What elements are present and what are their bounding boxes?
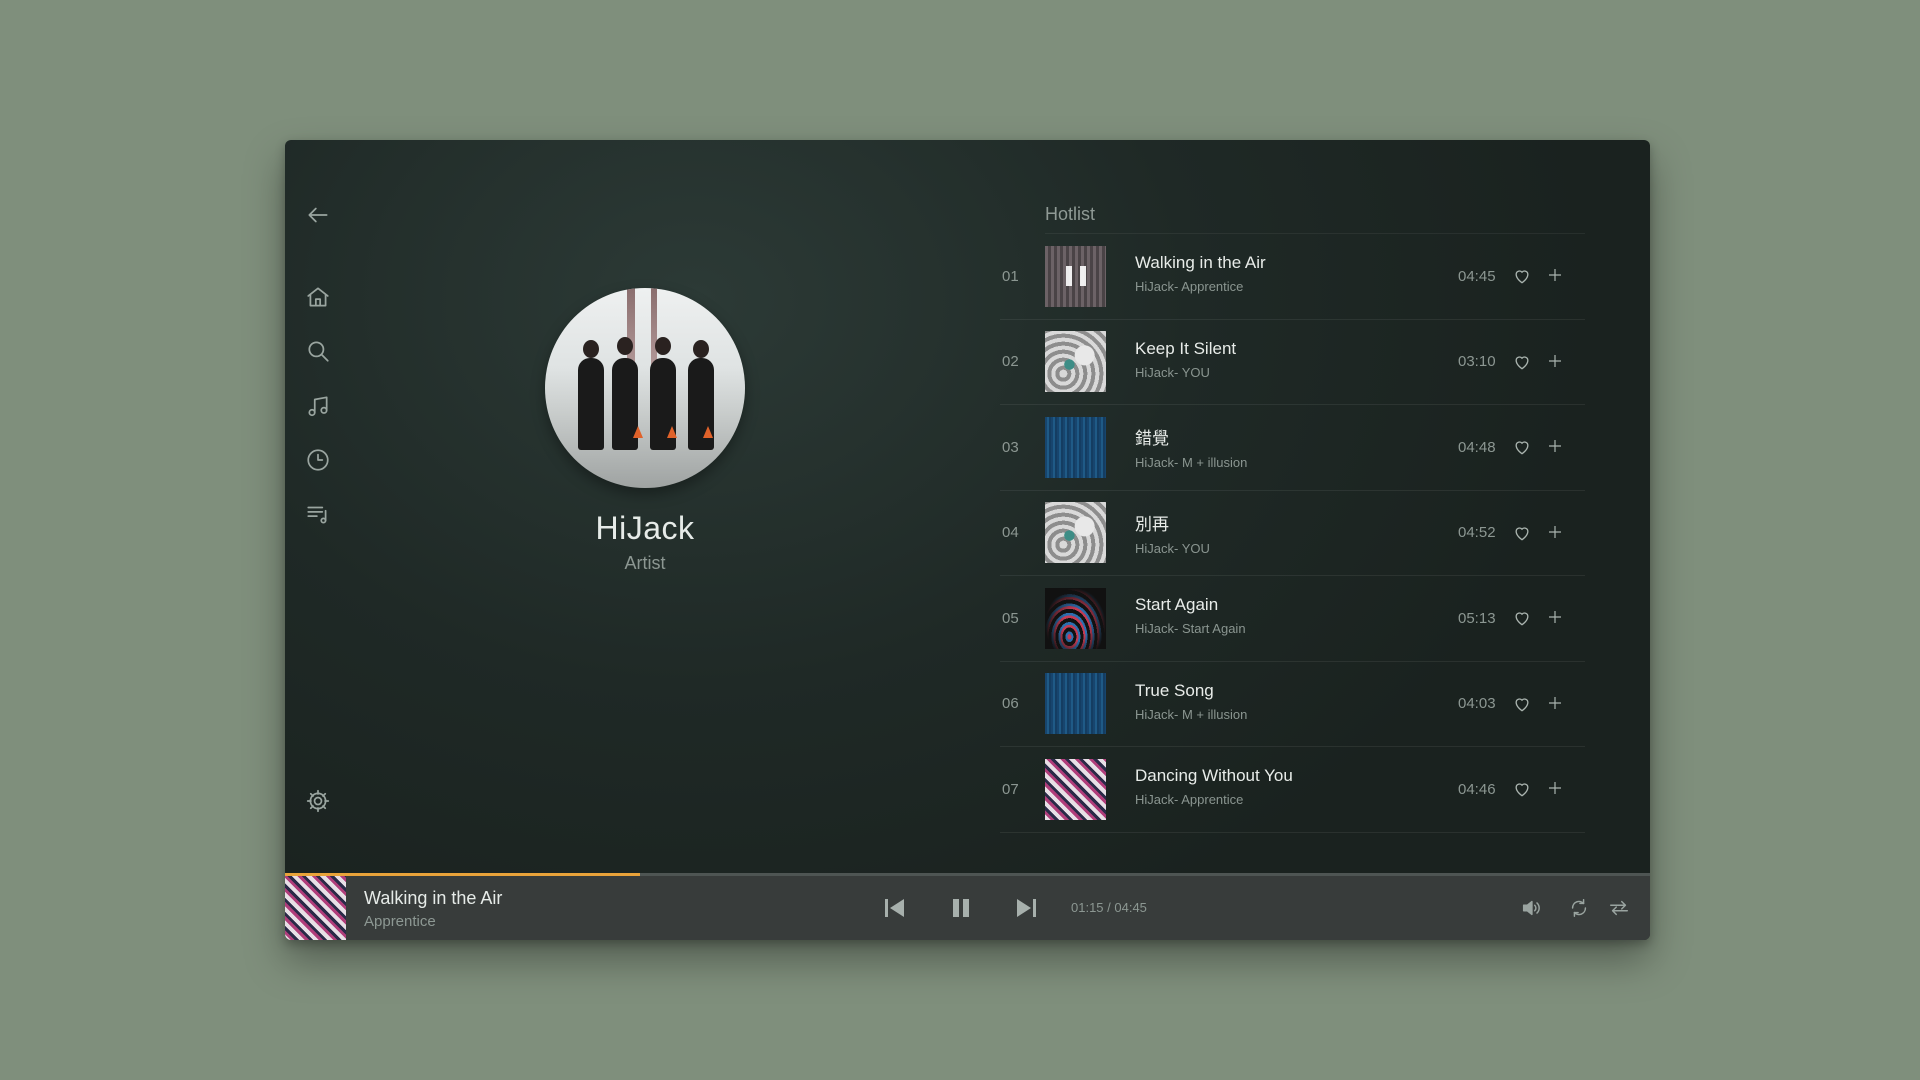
player-bar: Walking in the Air Apprentice 01:15 / 04… xyxy=(285,873,1650,940)
clock-icon[interactable] xyxy=(303,445,333,475)
album-cover[interactable] xyxy=(1045,331,1106,393)
back-arrow-icon[interactable] xyxy=(303,200,333,230)
track-title: Dancing Without You xyxy=(1135,766,1293,785)
track-title: 別再 xyxy=(1135,514,1169,534)
heart-icon[interactable] xyxy=(1512,608,1532,628)
track-row[interactable]: 01 Walking in the Air HiJack- Apprentice… xyxy=(1000,234,1585,320)
track-subtitle: HiJack- M + illusion xyxy=(1135,706,1248,722)
playlist-icon[interactable] xyxy=(303,499,333,529)
track-number: 07 xyxy=(1002,780,1019,798)
volume-icon[interactable] xyxy=(1520,897,1542,919)
track-row[interactable]: 05 Start Again HiJack- Start Again 05:13 xyxy=(1000,576,1585,662)
track-number: 05 xyxy=(1002,609,1019,627)
heart-icon[interactable] xyxy=(1512,523,1532,543)
home-icon[interactable] xyxy=(303,282,333,312)
shuffle-icon[interactable] xyxy=(1608,897,1630,919)
now-playing-album: Apprentice xyxy=(364,913,436,930)
repeat-icon[interactable] xyxy=(1568,897,1590,919)
add-icon[interactable] xyxy=(1546,523,1566,543)
track-row[interactable]: 07 Dancing Without You HiJack- Apprentic… xyxy=(1000,747,1585,833)
previous-icon[interactable] xyxy=(882,896,908,920)
album-cover[interactable] xyxy=(1045,245,1106,307)
artist-role: Artist xyxy=(624,553,666,573)
add-icon[interactable] xyxy=(1546,266,1566,286)
heart-icon[interactable] xyxy=(1512,694,1532,714)
track-number: 03 xyxy=(1002,438,1019,456)
add-icon[interactable] xyxy=(1546,437,1566,457)
album-cover[interactable] xyxy=(1045,502,1106,564)
now-playing-cover[interactable] xyxy=(285,876,346,940)
track-duration: 04:03 xyxy=(1458,695,1496,713)
track-title: Walking in the Air xyxy=(1135,253,1266,272)
track-duration: 04:46 xyxy=(1458,780,1496,798)
album-cover[interactable] xyxy=(1045,416,1106,478)
album-cover[interactable] xyxy=(1045,758,1106,820)
settings-gear-icon[interactable] xyxy=(303,786,333,816)
artist-panel: HiJack Artist xyxy=(535,288,755,574)
add-icon[interactable] xyxy=(1546,694,1566,714)
add-icon[interactable] xyxy=(1546,352,1566,372)
next-icon[interactable] xyxy=(1013,896,1039,920)
track-duration: 04:48 xyxy=(1458,438,1496,456)
track-title: 錯覺 xyxy=(1135,429,1169,448)
track-subtitle: HiJack- Apprentice xyxy=(1135,792,1244,807)
artist-photo xyxy=(545,288,745,488)
track-row[interactable]: 03 錯覺 HiJack- M + illusion 04:48 xyxy=(1000,405,1585,491)
sidebar xyxy=(285,140,355,876)
pause-icon[interactable] xyxy=(948,896,974,920)
progress-bar[interactable] xyxy=(285,873,1650,876)
now-playing-title: Walking in the Air xyxy=(364,888,503,908)
track-subtitle: HiJack- M + illusion xyxy=(1135,455,1248,470)
track-title: True Song xyxy=(1135,680,1214,700)
track-number: 06 xyxy=(1002,695,1019,713)
album-cover[interactable] xyxy=(1045,673,1106,735)
track-title: Keep It Silent xyxy=(1135,338,1237,358)
track-row[interactable]: 02 Keep It Silent HiJack- YOU 03:10 xyxy=(1000,320,1585,405)
add-icon[interactable] xyxy=(1546,608,1566,628)
track-row[interactable]: 06 True Song HiJack- M + illusion 04:03 xyxy=(1000,662,1585,747)
track-number: 02 xyxy=(1002,353,1019,371)
artist-name: HiJack xyxy=(595,510,695,546)
search-icon[interactable] xyxy=(303,336,333,366)
pause-icon[interactable] xyxy=(1065,266,1086,287)
track-subtitle: HiJack- Apprentice xyxy=(1135,279,1244,294)
track-subtitle: HiJack- YOU xyxy=(1135,364,1210,380)
heart-icon[interactable] xyxy=(1512,266,1532,286)
track-row[interactable]: 04 別再 HiJack- YOU 04:52 xyxy=(1000,491,1585,576)
track-number: 04 xyxy=(1002,524,1019,542)
track-title: Start Again xyxy=(1135,595,1219,614)
playback-time: 01:15 / 04:45 xyxy=(1071,900,1147,915)
track-duration: 04:45 xyxy=(1458,267,1496,285)
track-number: 01 xyxy=(1002,267,1019,285)
track-subtitle: HiJack- YOU xyxy=(1135,540,1210,556)
track-subtitle: HiJack- Start Again xyxy=(1135,621,1246,636)
heart-icon[interactable] xyxy=(1512,352,1532,372)
hotlist: Hotlist 01 Walking in the Air HiJack- Ap… xyxy=(1000,204,1585,833)
album-cover[interactable] xyxy=(1045,587,1106,649)
heart-icon[interactable] xyxy=(1512,437,1532,457)
heart-icon[interactable] xyxy=(1512,779,1532,799)
track-duration: 04:52 xyxy=(1458,524,1496,542)
music-note-icon[interactable] xyxy=(303,391,333,421)
track-duration: 03:10 xyxy=(1458,353,1496,371)
music-player-window: HiJack Artist Hotlist 01 Walking in the … xyxy=(285,140,1650,940)
add-icon[interactable] xyxy=(1546,779,1566,799)
track-duration: 05:13 xyxy=(1458,609,1496,627)
hotlist-title: Hotlist xyxy=(1045,204,1585,234)
